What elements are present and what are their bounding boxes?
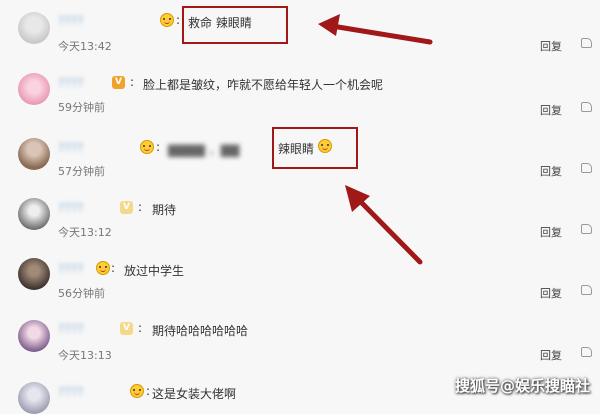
arrow-icon [318,14,433,45]
arrow-icon [345,185,423,265]
watermark: 搜狐号@娱乐搜瞄社 [454,377,590,395]
annotation-arrows [318,14,433,265]
